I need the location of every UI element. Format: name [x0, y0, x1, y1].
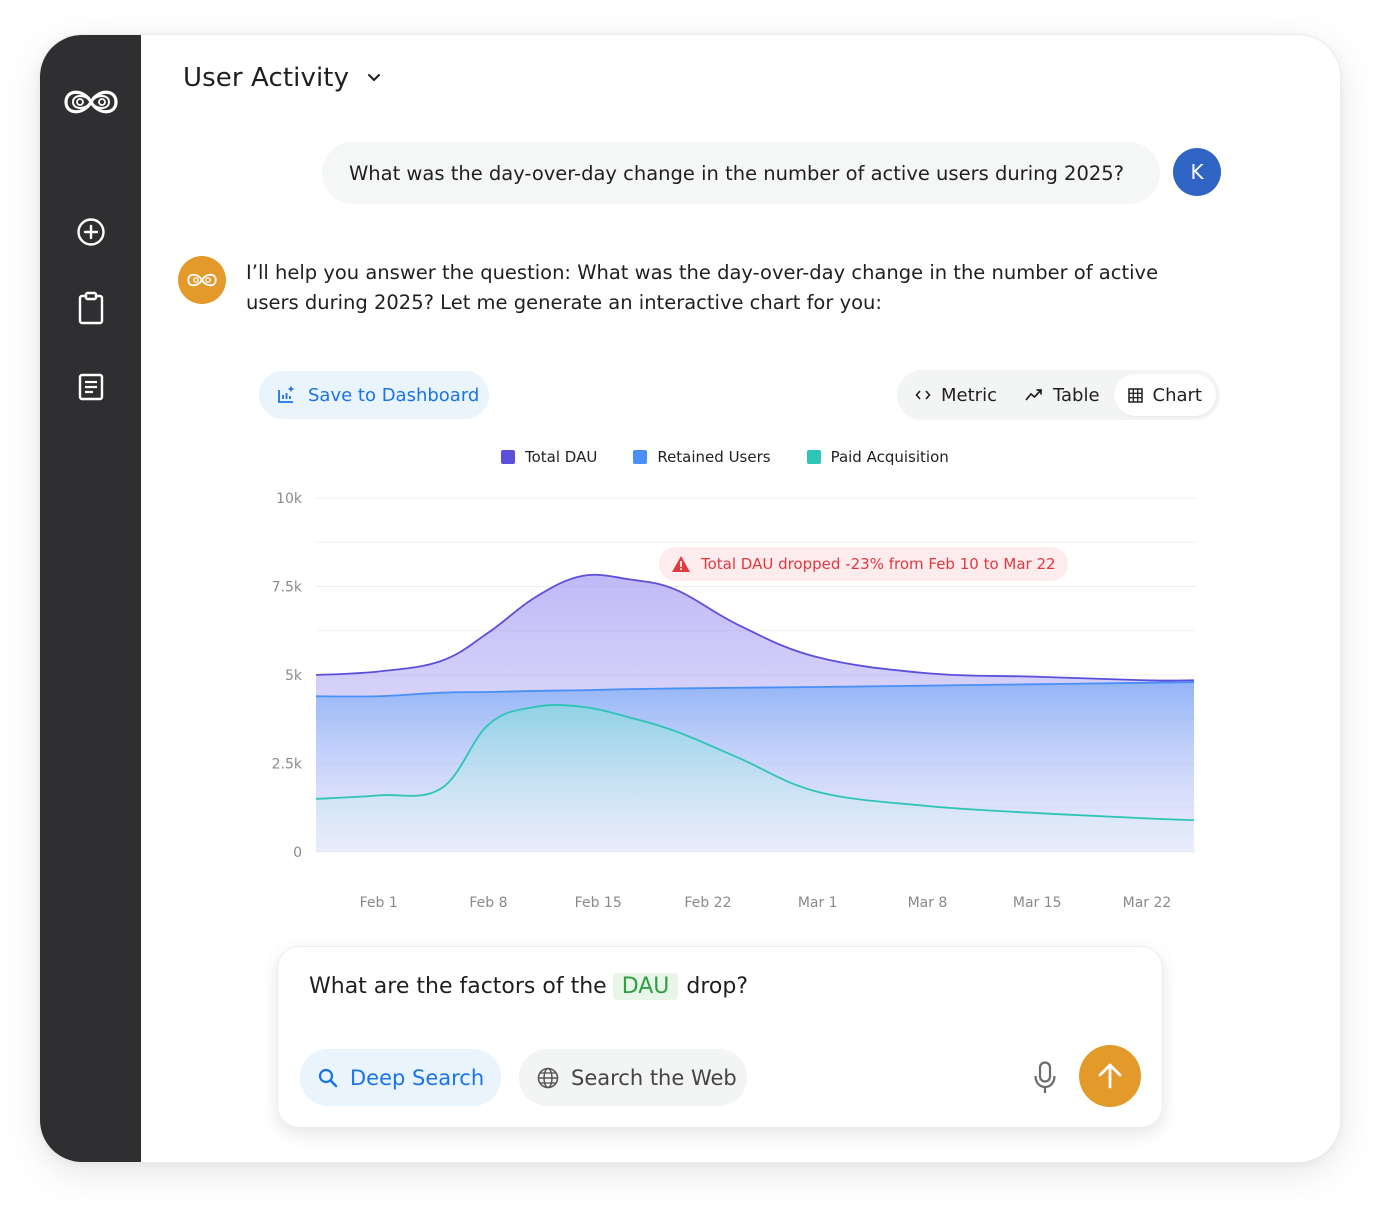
- chat-composer[interactable]: What are the factors of the DAU drop? De…: [277, 946, 1163, 1128]
- area-total-dau: [316, 574, 1194, 852]
- search-web-button[interactable]: Search the Web: [519, 1049, 747, 1106]
- grid-icon: [1127, 387, 1143, 403]
- legend-swatch: [633, 450, 648, 464]
- globe-icon: [537, 1067, 559, 1088]
- area-retained-users: [316, 682, 1194, 852]
- entity-chip[interactable]: DAU: [612, 973, 679, 1000]
- y-tick-label: 2.5k: [272, 757, 303, 773]
- deep-search-label: Deep Search: [350, 1065, 485, 1090]
- microphone-icon: [1034, 1061, 1056, 1093]
- x-tick-label: Mar 8: [908, 895, 948, 911]
- user-message: What was the day-over-day change in the …: [322, 142, 1160, 204]
- app-window: User Activity What was the day-over-day …: [40, 35, 1340, 1162]
- x-tick-label: Mar 15: [1013, 895, 1062, 911]
- plus-circle-icon: [77, 218, 105, 246]
- line-total-dau: [315, 573, 1195, 682]
- composer-input[interactable]: What are the factors of the DAU drop?: [309, 973, 748, 1000]
- page-title: User Activity: [183, 63, 350, 93]
- warning-icon: [672, 556, 690, 572]
- tab-table[interactable]: Table: [1011, 374, 1114, 416]
- composer-text-after: drop?: [686, 974, 749, 999]
- microphone-button[interactable]: [1030, 1060, 1060, 1096]
- y-tick-label: 10k: [276, 491, 303, 507]
- tab-metric-label: Metric: [941, 384, 997, 406]
- search-web-label: Search the Web: [571, 1065, 737, 1090]
- title-dropdown[interactable]: User Activity: [183, 63, 381, 93]
- clipboard-icon: [78, 291, 104, 325]
- tab-table-label: Table: [1052, 384, 1100, 406]
- main-panel: User Activity What was the day-over-day …: [141, 35, 1340, 1162]
- x-tick-label: Feb 1: [360, 895, 398, 911]
- code-icon: [915, 390, 931, 400]
- tab-chart-label: Chart: [1152, 384, 1202, 406]
- trend-icon: [1025, 389, 1042, 401]
- y-tick-label: 5k: [285, 668, 303, 684]
- dashboard-add-icon: [278, 386, 294, 403]
- tab-metric[interactable]: Metric: [901, 374, 1011, 416]
- y-tick-label: 7.5k: [272, 580, 303, 596]
- legend-swatch: [501, 450, 515, 464]
- user-message-text: What was the day-over-day change in the …: [349, 161, 1125, 185]
- deep-search-button[interactable]: Deep Search: [300, 1049, 501, 1106]
- arrow-up-icon: [1098, 1063, 1122, 1089]
- anomaly-alert: Total DAU dropped -23% from Feb 10 to Ma…: [659, 547, 1068, 581]
- legend-label: Paid Acquisition: [830, 448, 949, 466]
- assistant-avatar: [178, 256, 226, 304]
- legend-label: Total DAU: [525, 448, 598, 466]
- new-chat-button[interactable]: [74, 215, 108, 249]
- legend-swatch: [806, 450, 821, 464]
- clipboard-button[interactable]: [74, 291, 108, 325]
- line-paid-acquisition: [315, 704, 1195, 822]
- x-tick-label: Feb 22: [684, 895, 731, 911]
- send-button[interactable]: [1079, 1045, 1141, 1107]
- tab-chart[interactable]: Chart: [1113, 374, 1216, 416]
- sidebar: [40, 35, 141, 1162]
- infinity-logo-icon: [187, 273, 217, 287]
- assistant-message: I’ll help you answer the question: What …: [246, 261, 1159, 314]
- document-icon: [78, 373, 104, 401]
- chart-legend: Total DAU Retained Users Paid Acquisitio…: [501, 448, 949, 466]
- save-to-dashboard-label: Save to Dashboard: [308, 384, 480, 406]
- infinity-logo-icon[interactable]: [60, 83, 122, 121]
- legend-item-total-dau[interactable]: Total DAU: [501, 448, 597, 466]
- documents-button[interactable]: [74, 370, 108, 404]
- x-tick-label: Mar 22: [1123, 895, 1172, 911]
- x-tick-label: Feb 8: [469, 895, 507, 911]
- area-paid-acquisition: [316, 704, 1194, 852]
- composer-text-before: What are the factors of the: [309, 974, 607, 999]
- legend-item-retained-users[interactable]: Retained Users: [633, 448, 771, 466]
- alert-text: Total DAU dropped -23% from Feb 10 to Ma…: [701, 555, 1056, 573]
- x-tick-label: Mar 1: [798, 895, 838, 911]
- y-tick-label: 0: [293, 845, 302, 861]
- chevron-down-icon: [368, 74, 381, 81]
- avatar[interactable]: K: [1173, 148, 1221, 196]
- save-to-dashboard-button[interactable]: Save to Dashboard: [259, 371, 489, 419]
- legend-item-paid-acquisition[interactable]: Paid Acquisition: [806, 448, 949, 466]
- legend-label: Retained Users: [657, 448, 771, 466]
- view-switcher: Metric Table Chart: [897, 370, 1220, 420]
- line-retained-users: [315, 681, 1195, 698]
- x-tick-label: Feb 15: [575, 895, 622, 911]
- search-icon: [318, 1068, 338, 1087]
